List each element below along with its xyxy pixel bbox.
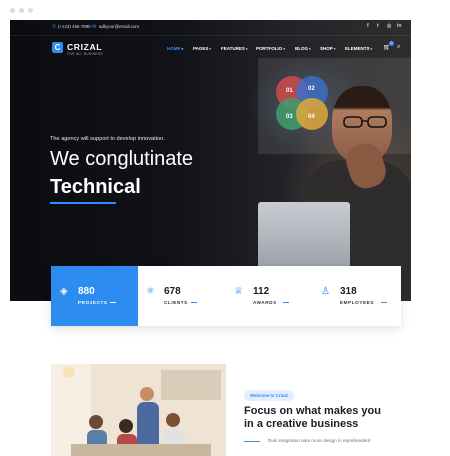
phone-icon: ✆	[52, 24, 57, 30]
hero-tagline: The agency will support to develop innov…	[50, 136, 165, 142]
nav-item-shop[interactable]: SHOP▾	[320, 46, 336, 51]
team-photo-illustration	[51, 364, 226, 456]
stat-card-projects: ◈ 880 PROJECTS	[51, 266, 138, 326]
nav-item-pages[interactable]: PAGES▾	[193, 46, 211, 51]
about-title-line1: Focus on what makes you	[244, 405, 381, 417]
stat-label: CLIENTS	[164, 300, 188, 305]
board-number: 01	[286, 88, 293, 94]
top-info-bar: ✆ (+123) 456-7890 ✉ adkyour@email.com f …	[10, 20, 411, 36]
stat-label: PROJECTS	[78, 300, 108, 305]
about-accent-line	[244, 441, 260, 442]
board-number: 02	[308, 86, 315, 92]
logo-icon[interactable]: C	[52, 42, 63, 53]
twitter-icon[interactable]: t	[377, 23, 379, 29]
chevron-down-icon: ▾	[283, 47, 286, 51]
nav-item-portfolio[interactable]: PORTFOLIO▾	[256, 46, 285, 51]
window-dot-icon[interactable]	[28, 8, 33, 13]
instagram-icon[interactable]: ◎	[387, 23, 391, 29]
logo-text[interactable]: CRIZAL	[67, 42, 102, 52]
board-number: 03	[286, 114, 293, 120]
about-text: Duis integration aute mure design in rep…	[268, 438, 371, 443]
stat-dash	[283, 302, 289, 303]
stat-dash	[110, 302, 116, 303]
window-titlebar	[0, 0, 450, 20]
logo-tagline: FOR ALL BUSINESS	[67, 52, 103, 56]
nav-item-blog[interactable]: BLOG▾	[295, 46, 311, 51]
atom-icon: ⚛	[146, 286, 155, 297]
glasses-graphic	[343, 116, 387, 128]
infographic-circles: 01 02 03 04	[276, 76, 328, 130]
stat-value: 112	[253, 286, 270, 297]
nav-item-elements[interactable]: ELEMENTS▾	[345, 46, 372, 51]
window-dot-icon[interactable]	[10, 8, 15, 13]
trophy-icon: ♕	[234, 286, 243, 297]
nav-item-home[interactable]: HOME▾	[167, 46, 183, 51]
about-title-line2: in a creative business	[244, 418, 359, 430]
user-icon: ♙	[321, 286, 330, 297]
chevron-down-icon: ▾	[181, 47, 184, 51]
hero-heading-line2: Technical	[50, 176, 141, 198]
search-icon[interactable]: ⌕	[397, 44, 400, 51]
chevron-down-icon: ▾	[309, 47, 311, 51]
nav-item-features[interactable]: FEATURES▾	[221, 46, 248, 51]
linkedin-icon[interactable]: in	[397, 23, 401, 29]
hero-section: 01 02 03 04 ✆ (+123) 456-7890 ✉ adkyour@…	[10, 20, 411, 301]
laptop-graphic	[258, 202, 350, 266]
stat-label: EMPLOYEES	[340, 300, 374, 305]
topbar-phone[interactable]: (+123) 456-7890	[58, 24, 91, 29]
stat-value: 880	[78, 286, 95, 297]
window-dot-icon[interactable]	[19, 8, 24, 13]
cart-count-badge: 0	[389, 41, 394, 46]
heading-underline	[50, 202, 116, 204]
stat-label: AWARDS	[253, 300, 277, 305]
mail-icon: ✉	[92, 24, 97, 30]
stats-bar: ◈ 880 PROJECTS ⚛ 678 CLIENTS ♕ 112 AWARD…	[51, 266, 401, 326]
chevron-down-icon: ▾	[209, 47, 212, 51]
team-photo	[51, 364, 226, 456]
hero-heading-line1: We conglutinate	[50, 148, 194, 170]
topbar-email[interactable]: adkyour@email.com	[99, 24, 139, 29]
welcome-badge: Welcome to Crizal	[244, 390, 294, 401]
chevron-down-icon: ▾	[333, 47, 336, 51]
stat-dash	[381, 302, 387, 303]
chevron-down-icon: ▾	[245, 47, 248, 51]
layers-icon: ◈	[60, 286, 68, 297]
stat-dash	[191, 302, 197, 303]
chevron-down-icon: ▾	[370, 47, 373, 51]
browser-window: 01 02 03 04 ✆ (+123) 456-7890 ✉ adkyour@…	[0, 0, 450, 456]
stat-value: 678	[164, 286, 181, 297]
board-number: 04	[308, 114, 315, 120]
stat-value: 318	[340, 286, 357, 297]
facebook-icon[interactable]: f	[367, 23, 369, 29]
